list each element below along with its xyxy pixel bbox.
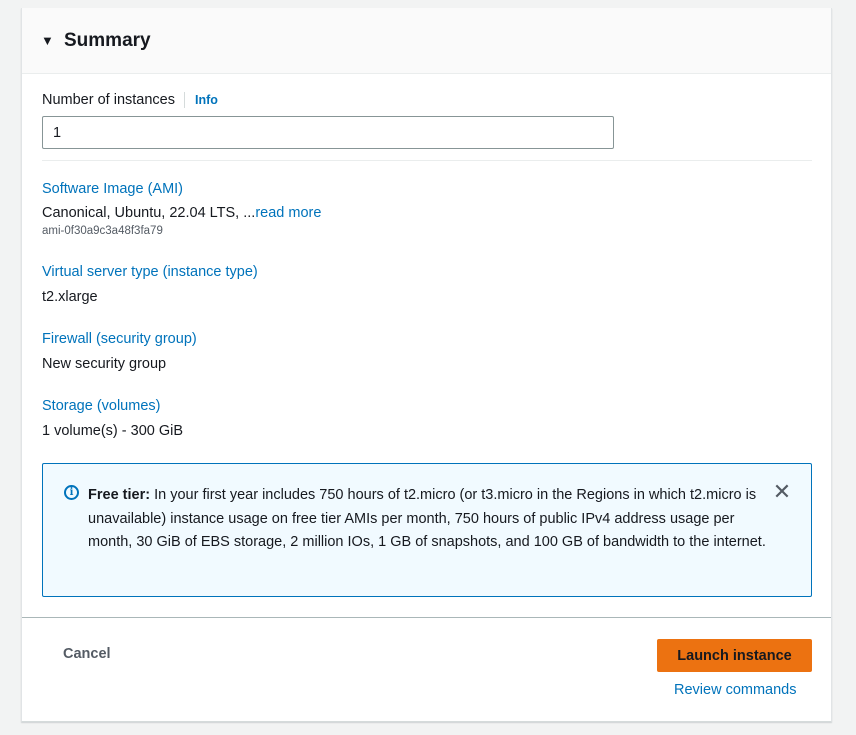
read-more-link[interactable]: read more — [255, 205, 321, 221]
alert-message: In your first year includes 750 hours of… — [88, 487, 766, 550]
cancel-button[interactable]: Cancel — [63, 646, 111, 662]
firewall-value: New security group — [42, 356, 167, 372]
divider — [42, 160, 812, 161]
summary-panel: ▼ Summary Number of instances Info Softw… — [21, 8, 832, 722]
instance-type-value: t2.xlarge — [42, 289, 98, 305]
free-tier-alert: i Free tier: In your first year includes… — [42, 463, 812, 597]
ami-id: ami-0f30a9c3a48f3fa79 — [42, 225, 163, 237]
software-image-value: Canonical, Ubuntu, 22.04 LTS, ...read mo… — [42, 205, 321, 221]
number-of-instances-input[interactable] — [42, 116, 614, 149]
launch-instance-button[interactable]: Launch instance — [657, 639, 812, 672]
footer-divider — [22, 617, 831, 618]
instances-label-row: Number of instances Info — [42, 92, 218, 108]
info-circle-icon: i — [64, 485, 79, 500]
summary-header[interactable]: ▼ Summary — [22, 8, 831, 74]
firewall-field: Firewall (security group) New security g… — [42, 331, 197, 372]
alert-text: Free tier: In your first year includes 7… — [88, 484, 768, 555]
summary-title: Summary — [64, 29, 151, 51]
software-image-text: Canonical, Ubuntu, 22.04 LTS, ... — [42, 205, 256, 221]
instance-type-field: Virtual server type (instance type) t2.x… — [42, 264, 258, 305]
instance-type-link[interactable]: Virtual server type (instance type) — [42, 264, 258, 280]
caret-down-icon[interactable]: ▼ — [41, 34, 55, 47]
instances-label: Number of instances — [42, 92, 175, 108]
alert-title: Free tier: — [88, 487, 151, 503]
software-image-field: Software Image (AMI) Canonical, Ubuntu, … — [42, 181, 321, 237]
close-icon[interactable]: ✕ — [771, 481, 793, 503]
review-commands-link[interactable]: Review commands — [674, 682, 797, 698]
software-image-link[interactable]: Software Image (AMI) — [42, 181, 321, 197]
label-divider — [183, 92, 185, 108]
storage-field: Storage (volumes) 1 volume(s) - 300 GiB — [42, 398, 183, 439]
storage-value: 1 volume(s) - 300 GiB — [42, 423, 184, 439]
firewall-link[interactable]: Firewall (security group) — [42, 331, 197, 347]
storage-link[interactable]: Storage (volumes) — [42, 398, 183, 414]
info-link[interactable]: Info — [195, 93, 218, 107]
